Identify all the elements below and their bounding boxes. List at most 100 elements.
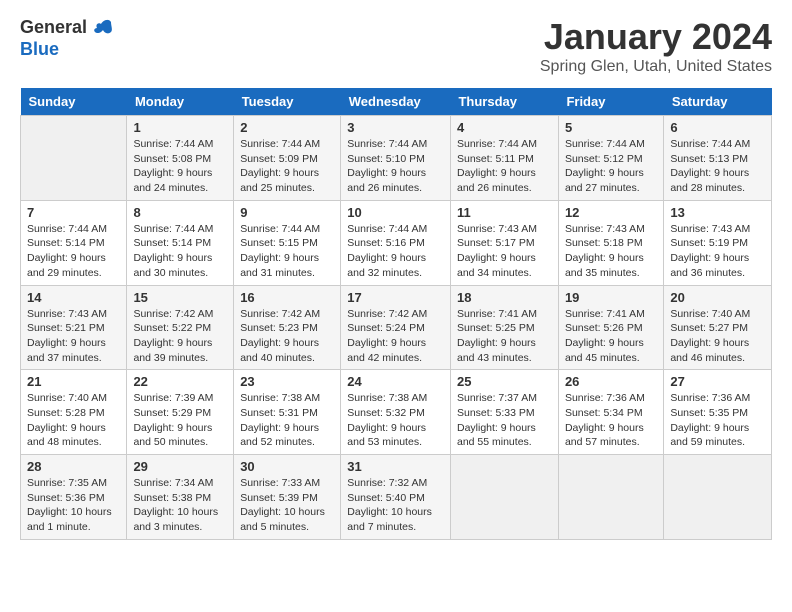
page-header: General Blue January 2024 Spring Glen, U… (20, 16, 772, 76)
day-info: Sunrise: 7:38 AM Sunset: 5:32 PM Dayligh… (347, 391, 444, 450)
day-info: Sunrise: 7:38 AM Sunset: 5:31 PM Dayligh… (240, 391, 334, 450)
day-info: Sunrise: 7:34 AM Sunset: 5:38 PM Dayligh… (133, 476, 227, 535)
day-info: Sunrise: 7:40 AM Sunset: 5:28 PM Dayligh… (27, 391, 120, 450)
day-number: 30 (240, 459, 334, 474)
day-info: Sunrise: 7:44 AM Sunset: 5:14 PM Dayligh… (27, 222, 120, 281)
day-cell (664, 455, 772, 540)
day-cell: 29 Sunrise: 7:34 AM Sunset: 5:38 PM Dayli… (127, 455, 234, 540)
day-info: Sunrise: 7:43 AM Sunset: 5:21 PM Dayligh… (27, 307, 120, 366)
day-info: Sunrise: 7:44 AM Sunset: 5:12 PM Dayligh… (565, 137, 657, 196)
day-cell: 2Sunrise: 7:44 AM Sunset: 5:09 PM Daylig… (234, 116, 341, 201)
header-monday: Monday (127, 88, 234, 116)
day-info: Sunrise: 7:42 AM Sunset: 5:22 PM Dayligh… (133, 307, 227, 366)
day-info: Sunrise: 7:43 AM Sunset: 5:18 PM Dayligh… (565, 222, 657, 281)
logo-general-text: General (20, 18, 87, 38)
header-wednesday: Wednesday (341, 88, 451, 116)
header-tuesday: Tuesday (234, 88, 341, 116)
week-row-1: 1 Sunrise: 7:44 AM Sunset: 5:08 PM Daylig… (21, 116, 772, 201)
day-cell: 31 Sunrise: 7:32 AM Sunset: 5:40 PM Dayli… (341, 455, 451, 540)
day-info: Sunrise: 7:35 AM Sunset: 5:36 PM Dayligh… (27, 476, 120, 535)
day-cell: 12 Sunrise: 7:43 AM Sunset: 5:18 PM Dayli… (558, 200, 663, 285)
day-number: 1 (133, 120, 227, 135)
day-number: 10 (347, 205, 444, 220)
day-number: 5 (565, 120, 657, 135)
day-info: Sunrise: 7:44 AM Sunset: 5:16 PM Dayligh… (347, 222, 444, 281)
day-cell: 4 Sunrise: 7:44 AM Sunset: 5:11 PM Daylig… (450, 116, 558, 201)
day-info: Sunrise: 7:44 AM Sunset: 5:15 PM Dayligh… (240, 222, 334, 281)
calendar-table: SundayMondayTuesdayWednesdayThursdayFrid… (20, 88, 772, 540)
day-number: 31 (347, 459, 444, 474)
week-row-4: 21 Sunrise: 7:40 AM Sunset: 5:28 PM Dayli… (21, 370, 772, 455)
day-number: 7 (27, 205, 120, 220)
day-info: Sunrise: 7:32 AM Sunset: 5:40 PM Dayligh… (347, 476, 444, 535)
week-row-2: 7 Sunrise: 7:44 AM Sunset: 5:14 PM Daylig… (21, 200, 772, 285)
logo: General Blue (20, 16, 115, 60)
day-number: 29 (133, 459, 227, 474)
day-cell: 14 Sunrise: 7:43 AM Sunset: 5:21 PM Dayli… (21, 285, 127, 370)
header-saturday: Saturday (664, 88, 772, 116)
day-number: 12 (565, 205, 657, 220)
day-number: 6 (670, 120, 765, 135)
day-cell: 13Sunrise: 7:43 AM Sunset: 5:19 PM Dayli… (664, 200, 772, 285)
day-number: 11 (457, 205, 552, 220)
day-number: 14 (27, 290, 120, 305)
day-number: 16 (240, 290, 334, 305)
day-cell: 11 Sunrise: 7:43 AM Sunset: 5:17 PM Dayli… (450, 200, 558, 285)
day-info: Sunrise: 7:43 AM Sunset: 5:19 PM Dayligh… (670, 222, 765, 281)
day-cell: 17 Sunrise: 7:42 AM Sunset: 5:24 PM Dayli… (341, 285, 451, 370)
logo-bird-icon (91, 16, 115, 40)
day-info: Sunrise: 7:44 AM Sunset: 5:13 PM Dayligh… (670, 137, 765, 196)
day-cell (558, 455, 663, 540)
day-number: 9 (240, 205, 334, 220)
day-info: Sunrise: 7:44 AM Sunset: 5:09 PM Dayligh… (240, 137, 334, 196)
day-number: 23 (240, 374, 334, 389)
day-cell: 16 Sunrise: 7:42 AM Sunset: 5:23 PM Dayli… (234, 285, 341, 370)
day-number: 27 (670, 374, 765, 389)
day-number: 25 (457, 374, 552, 389)
week-row-5: 28Sunrise: 7:35 AM Sunset: 5:36 PM Dayli… (21, 455, 772, 540)
day-cell: 21 Sunrise: 7:40 AM Sunset: 5:28 PM Dayli… (21, 370, 127, 455)
day-number: 15 (133, 290, 227, 305)
day-cell: 10 Sunrise: 7:44 AM Sunset: 5:16 PM Dayli… (341, 200, 451, 285)
day-info: Sunrise: 7:44 AM Sunset: 5:14 PM Dayligh… (133, 222, 227, 281)
header-row: SundayMondayTuesdayWednesdayThursdayFrid… (21, 88, 772, 116)
day-info: Sunrise: 7:44 AM Sunset: 5:11 PM Dayligh… (457, 137, 552, 196)
day-cell: 22 Sunrise: 7:39 AM Sunset: 5:29 PM Dayli… (127, 370, 234, 455)
day-number: 26 (565, 374, 657, 389)
day-number: 22 (133, 374, 227, 389)
day-info: Sunrise: 7:44 AM Sunset: 5:10 PM Dayligh… (347, 137, 444, 196)
day-info: Sunrise: 7:36 AM Sunset: 5:34 PM Dayligh… (565, 391, 657, 450)
day-cell: 27 Sunrise: 7:36 AM Sunset: 5:35 PM Dayli… (664, 370, 772, 455)
day-cell: 30Sunrise: 7:33 AM Sunset: 5:39 PM Dayli… (234, 455, 341, 540)
month-title: January 2024 (540, 16, 772, 58)
day-info: Sunrise: 7:41 AM Sunset: 5:26 PM Dayligh… (565, 307, 657, 366)
week-row-3: 14 Sunrise: 7:43 AM Sunset: 5:21 PM Dayli… (21, 285, 772, 370)
day-number: 3 (347, 120, 444, 135)
day-cell: 9 Sunrise: 7:44 AM Sunset: 5:15 PM Daylig… (234, 200, 341, 285)
day-number: 21 (27, 374, 120, 389)
day-info: Sunrise: 7:42 AM Sunset: 5:23 PM Dayligh… (240, 307, 334, 366)
day-cell: 19 Sunrise: 7:41 AM Sunset: 5:26 PM Dayli… (558, 285, 663, 370)
day-info: Sunrise: 7:37 AM Sunset: 5:33 PM Dayligh… (457, 391, 552, 450)
day-cell: 7 Sunrise: 7:44 AM Sunset: 5:14 PM Daylig… (21, 200, 127, 285)
day-info: Sunrise: 7:41 AM Sunset: 5:25 PM Dayligh… (457, 307, 552, 366)
day-cell: 6 Sunrise: 7:44 AM Sunset: 5:13 PM Daylig… (664, 116, 772, 201)
day-number: 19 (565, 290, 657, 305)
day-cell: 20Sunrise: 7:40 AM Sunset: 5:27 PM Dayli… (664, 285, 772, 370)
day-cell: 8Sunrise: 7:44 AM Sunset: 5:14 PM Daylig… (127, 200, 234, 285)
day-info: Sunrise: 7:36 AM Sunset: 5:35 PM Dayligh… (670, 391, 765, 450)
day-cell: 18 Sunrise: 7:41 AM Sunset: 5:25 PM Dayli… (450, 285, 558, 370)
day-cell (21, 116, 127, 201)
day-info: Sunrise: 7:39 AM Sunset: 5:29 PM Dayligh… (133, 391, 227, 450)
day-info: Sunrise: 7:44 AM Sunset: 5:08 PM Dayligh… (133, 137, 227, 196)
day-cell: 5 Sunrise: 7:44 AM Sunset: 5:12 PM Daylig… (558, 116, 663, 201)
day-info: Sunrise: 7:42 AM Sunset: 5:24 PM Dayligh… (347, 307, 444, 366)
day-cell: 28Sunrise: 7:35 AM Sunset: 5:36 PM Dayli… (21, 455, 127, 540)
day-info: Sunrise: 7:43 AM Sunset: 5:17 PM Dayligh… (457, 222, 552, 281)
day-cell: 25 Sunrise: 7:37 AM Sunset: 5:33 PM Dayli… (450, 370, 558, 455)
day-number: 18 (457, 290, 552, 305)
day-number: 24 (347, 374, 444, 389)
day-number: 4 (457, 120, 552, 135)
day-number: 17 (347, 290, 444, 305)
day-cell: 1 Sunrise: 7:44 AM Sunset: 5:08 PM Daylig… (127, 116, 234, 201)
